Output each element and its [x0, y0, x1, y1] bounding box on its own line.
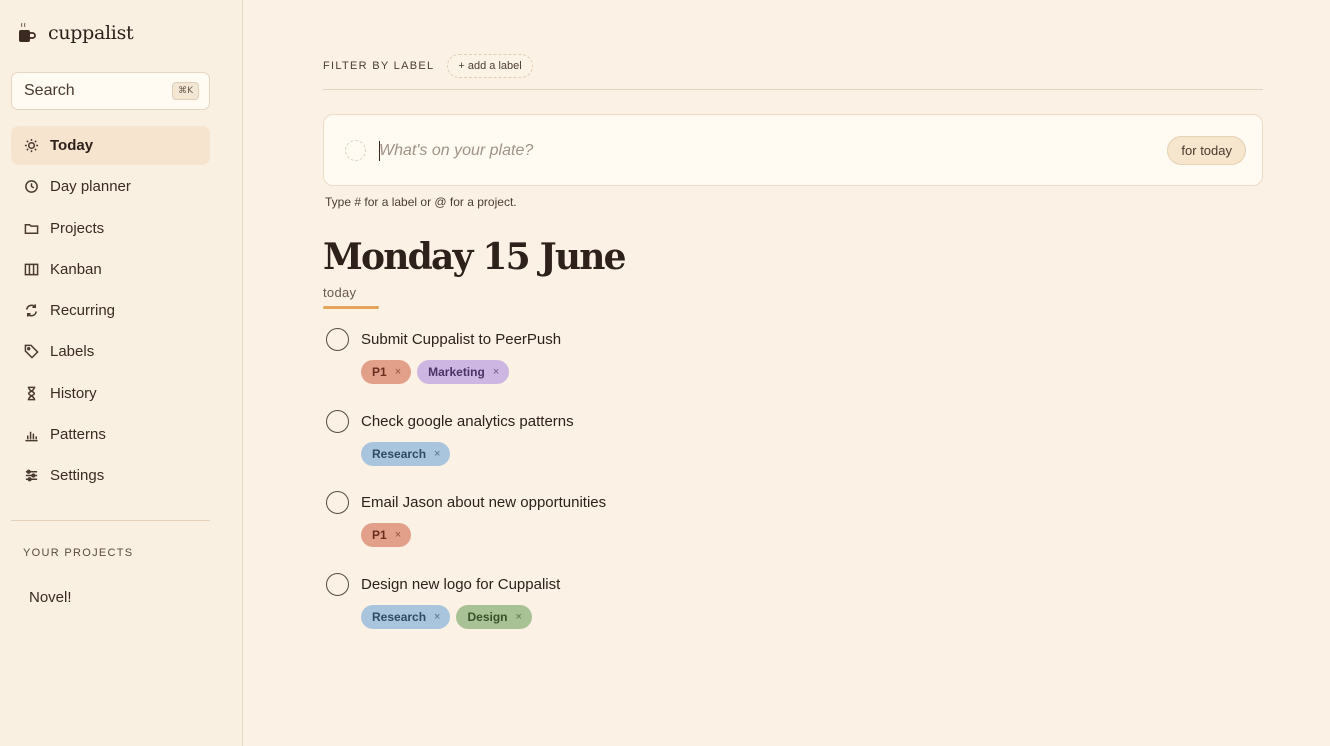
tag-p1[interactable]: P1 × [361, 360, 412, 384]
task-tags: Research × [361, 441, 451, 466]
tag-label: Marketing [428, 365, 485, 379]
sidebar-item-recurring[interactable]: Recurring [11, 291, 210, 330]
tag-icon [24, 344, 39, 360]
remove-tag-icon[interactable]: × [516, 611, 522, 623]
app-name: cuppalist [48, 22, 134, 44]
filter-by-label-heading: FILTER BY LABEL [323, 60, 435, 72]
filter-divider [323, 89, 1263, 90]
remove-tag-icon[interactable]: × [434, 448, 440, 460]
task-checkbox[interactable] [326, 491, 349, 515]
task-item: Check google analytics patterns Research… [326, 408, 926, 490]
add-label-button[interactable]: + add a label [447, 54, 533, 78]
tag-p1[interactable]: P1 × [361, 523, 412, 548]
task-list: Submit Cuppalist to PeerPush P1 × Market… [326, 326, 926, 653]
sidebar-item-labels[interactable]: Labels [11, 332, 210, 371]
task-composer: for today [323, 114, 1263, 186]
sidebar-item-kanban[interactable]: Kanban [11, 250, 210, 289]
sidebar-item-label: Labels [50, 343, 95, 361]
hourglass-icon [24, 386, 39, 401]
sun-icon [24, 138, 39, 153]
sidebar-item-label: Settings [50, 467, 105, 485]
tag-label: Design [467, 610, 508, 625]
app-window: cuppalist Search ⌘K Today Day planner Pr… [0, 0, 1330, 746]
search-box[interactable]: Search ⌘K [11, 72, 210, 110]
title-underline [323, 306, 379, 309]
remove-tag-icon[interactable]: × [434, 611, 440, 623]
tag-marketing[interactable]: Marketing × [417, 360, 510, 384]
task-checkbox[interactable] [326, 573, 349, 597]
task-checkbox[interactable] [326, 409, 349, 433]
search-shortcut-badge: ⌘K [172, 82, 199, 100]
task-title[interactable]: Design new logo for Cuppalist [361, 576, 560, 593]
tag-design[interactable]: Design × [456, 605, 532, 630]
sidebar-item-day-planner[interactable]: Day planner [11, 167, 210, 206]
label-filter-bar: FILTER BY LABEL + add a label [323, 54, 533, 78]
date-subtitle: today [323, 285, 357, 300]
task-checkbox[interactable] [326, 328, 349, 351]
sidebar-item-label: Patterns [50, 426, 106, 444]
columns-icon [24, 262, 39, 277]
sidebar-item-settings[interactable]: Settings [11, 456, 210, 495]
clock-icon [24, 179, 39, 194]
tag-label: P1 [372, 528, 387, 543]
remove-tag-icon[interactable]: × [493, 366, 499, 378]
task-item: Design new logo for Cuppalist Research ×… [326, 571, 926, 653]
sidebar-item-label: Kanban [50, 260, 102, 278]
task-title[interactable]: Email Jason about new opportunities [361, 494, 606, 511]
sidebar-item-label: Day planner [50, 178, 131, 196]
remove-tag-icon[interactable]: × [395, 366, 401, 378]
task-title[interactable]: Check google analytics patterns [361, 413, 574, 430]
sidebar-project-novel[interactable]: Novel! [29, 589, 72, 606]
page-title: Monday 15 June [323, 236, 627, 278]
task-item: Email Jason about new opportunities P1 × [326, 489, 926, 571]
brand[interactable]: cuppalist [18, 22, 134, 44]
task-item: Submit Cuppalist to PeerPush P1 × Market… [326, 326, 926, 408]
repeat-icon [24, 303, 39, 318]
tag-label: P1 [372, 365, 387, 379]
task-tags: P1 × [361, 523, 412, 548]
tag-label: Research [372, 446, 427, 461]
projects-section-title: YOUR PROJECTS [23, 547, 134, 559]
sidebar-item-today[interactable]: Today [11, 126, 210, 165]
sidebar-nav: Today Day planner Projects Kanban Recurr… [11, 126, 210, 498]
sidebar-item-history[interactable]: History [11, 374, 210, 413]
sidebar-divider [11, 520, 210, 521]
folder-icon [24, 221, 39, 236]
search-label: Search [24, 82, 75, 99]
task-tags: Research × Design × [361, 605, 532, 630]
sidebar-item-patterns[interactable]: Patterns [11, 415, 210, 454]
sliders-icon [24, 468, 39, 483]
new-task-input[interactable] [379, 140, 1139, 162]
sidebar-item-label: History [50, 384, 97, 402]
sidebar-item-label: Projects [50, 219, 105, 237]
tag-label: Research [372, 610, 427, 625]
sidebar-item-label: Today [50, 137, 94, 154]
remove-tag-icon[interactable]: × [395, 529, 401, 541]
tag-research[interactable]: Research × [361, 605, 451, 630]
coffee-cup-icon [19, 22, 36, 42]
sidebar: cuppalist Search ⌘K Today Day planner Pr… [0, 0, 243, 746]
tag-research[interactable]: Research × [361, 441, 451, 466]
task-tags: P1 × Marketing × [361, 360, 510, 384]
composer-hint: Type # for a label or @ for a project. [325, 195, 517, 209]
for-today-button[interactable]: for today [1167, 136, 1246, 165]
sidebar-item-projects[interactable]: Projects [11, 209, 210, 248]
new-task-checkbox-placeholder [345, 140, 366, 161]
text-caret [379, 141, 380, 161]
task-title[interactable]: Submit Cuppalist to PeerPush [361, 331, 561, 348]
bar-chart-icon [24, 427, 39, 442]
sidebar-item-label: Recurring [50, 302, 116, 320]
